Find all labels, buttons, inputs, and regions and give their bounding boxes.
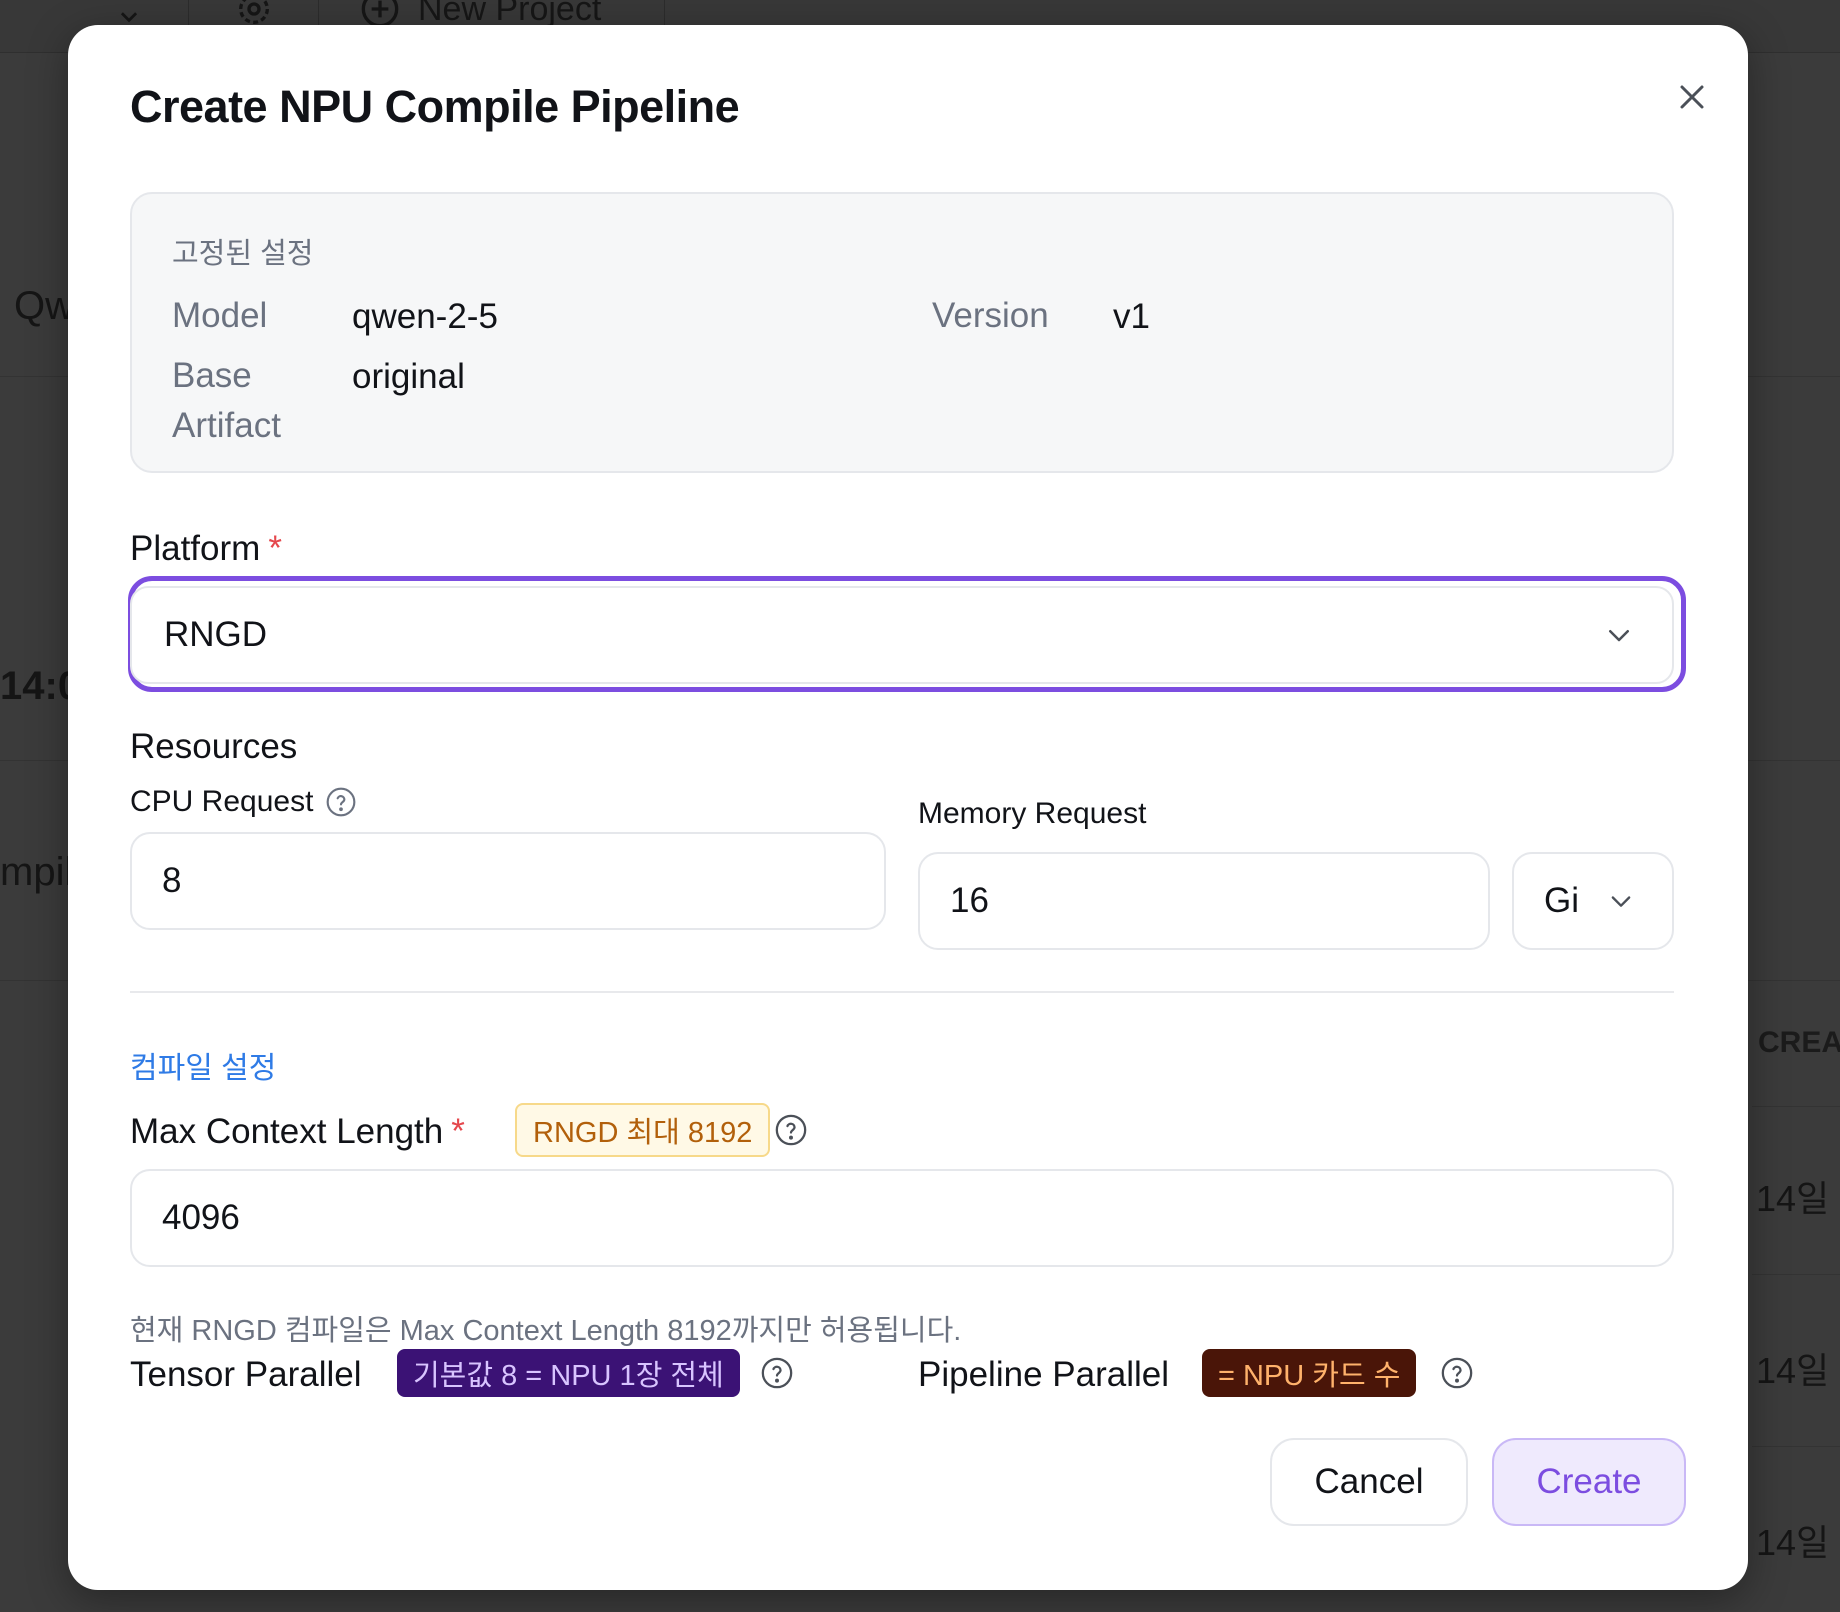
model-label: Model [172, 296, 268, 335]
tensor-parallel-badge: 기본값 8 = NPU 1장 전체 [397, 1349, 740, 1397]
create-pipeline-dialog: Create NPU Compile Pipeline 고정된 설정 Model… [68, 25, 1748, 1590]
background-date: 14일 [1756, 1350, 1830, 1391]
max-context-length-hint: 현재 RNGD 컴파일은 Max Context Length 8192까지만 … [130, 1315, 962, 1347]
background-date: 14일 [1756, 1178, 1830, 1219]
pipeline-parallel-label: Pipeline Parallel [918, 1355, 1169, 1394]
table-row-divider [1752, 1274, 1840, 1275]
cpu-request-label: CPU Request [130, 785, 357, 819]
version-value: v1 [1113, 297, 1150, 336]
required-mark: * [268, 529, 282, 568]
platform-select-value: RNGD [164, 615, 268, 654]
resources-heading: Resources [130, 727, 298, 766]
chevron-down-icon [1609, 630, 1629, 642]
cpu-request-label-text: CPU Request [130, 785, 314, 818]
memory-unit-value: Gi [1544, 881, 1579, 920]
version-label: Version [932, 296, 1049, 335]
background-date: 14일 [1756, 1522, 1830, 1563]
toolbar-divider [318, 0, 319, 26]
max-context-length-value: 4096 [162, 1198, 240, 1237]
help-icon[interactable] [774, 1113, 808, 1147]
toolbar-divider [664, 0, 665, 26]
required-mark: * [451, 1112, 465, 1151]
platform-label: Platform * [130, 529, 282, 569]
chevron-down-icon [1611, 896, 1631, 907]
base-artifact-label: Base Artifact [172, 348, 281, 454]
help-icon[interactable] [760, 1356, 794, 1390]
platform-select[interactable]: RNGD [130, 586, 1674, 684]
model-value: qwen-2-5 [352, 297, 498, 336]
cpu-request-value: 8 [162, 861, 182, 900]
background-row-type: mpil [0, 850, 74, 894]
toolbar-divider [188, 0, 189, 26]
fixed-settings-title: 고정된 설정 [172, 238, 314, 270]
base-artifact-label-line2: Artifact [172, 406, 281, 445]
max-context-limit-badge: RNGD 최대 8192 [515, 1103, 771, 1157]
memory-request-input[interactable]: 16 [918, 852, 1490, 950]
memory-request-label: Memory Request [918, 797, 1146, 831]
max-context-length-input[interactable]: 4096 [130, 1169, 1674, 1267]
help-icon[interactable] [325, 786, 357, 818]
help-icon[interactable] [1440, 1356, 1474, 1390]
fixed-settings-panel: 고정된 설정 Model qwen-2-5 Version v1 Base Ar… [130, 192, 1674, 473]
max-context-length-label: Max Context Length * [130, 1112, 465, 1152]
base-artifact-label-line1: Base [172, 356, 252, 395]
dialog-title: Create NPU Compile Pipeline [130, 81, 740, 132]
close-icon [1680, 85, 1704, 109]
memory-request-value: 16 [950, 881, 989, 920]
close-button[interactable] [1660, 65, 1724, 129]
background-column-header: CREA [1758, 1026, 1840, 1059]
max-context-length-label-text: Max Context Length [130, 1112, 444, 1151]
section-divider [130, 991, 1674, 993]
cpu-request-input[interactable]: 8 [130, 832, 886, 930]
base-artifact-value: original [352, 357, 465, 396]
table-row-divider [1752, 1106, 1840, 1107]
memory-unit-select[interactable]: Gi [1512, 852, 1674, 950]
memory-request-label-text: Memory Request [918, 797, 1147, 830]
compile-settings-heading: 컴파일 설정 [130, 1052, 277, 1085]
platform-label-text: Platform [130, 529, 261, 568]
create-button[interactable]: Create [1492, 1438, 1686, 1526]
tensor-parallel-label: Tensor Parallel [130, 1355, 362, 1394]
background-row-title: Qw [14, 284, 74, 328]
cancel-button[interactable]: Cancel [1270, 1438, 1468, 1526]
pipeline-parallel-badge: = NPU 카드 수 [1202, 1349, 1417, 1397]
table-row-divider [1752, 1446, 1840, 1447]
